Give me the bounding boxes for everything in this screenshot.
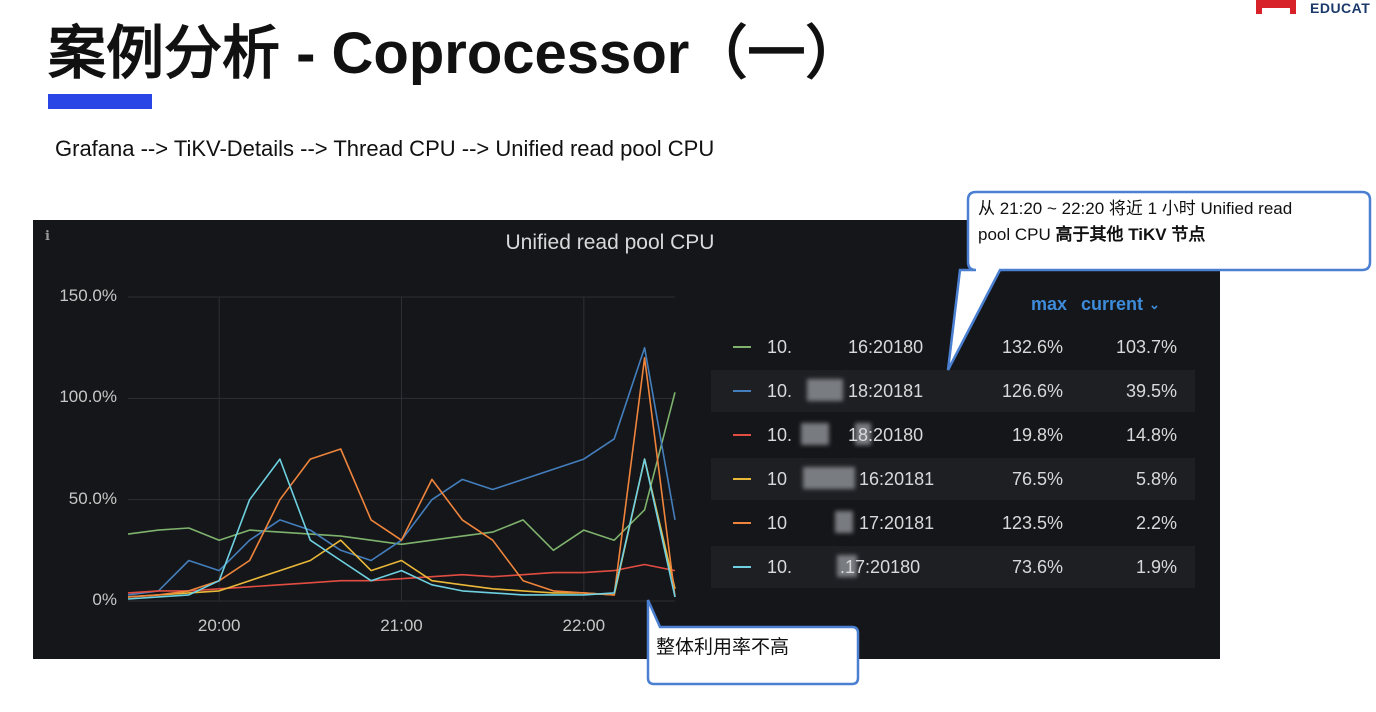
legend-max: 132.6% xyxy=(1001,337,1063,357)
legend-series-name: 10. 16:20180 xyxy=(767,337,924,357)
legend-row[interactable]: 10 17:20181 123.5% 2.2% xyxy=(711,502,1195,544)
y-tick-label: 100.0% xyxy=(59,387,117,407)
legend-series-name: 10. 18:20180 xyxy=(767,425,924,445)
legend-row[interactable]: 10. 16:20180 132.6% 103.7% xyxy=(711,326,1195,368)
legend-swatch xyxy=(733,478,751,480)
legend-series-name: 10 16:20181 xyxy=(767,469,935,489)
legend-max: 19.8% xyxy=(1011,425,1063,445)
legend-row[interactable]: 10. 18:20181 126.6% 39.5% xyxy=(711,370,1195,412)
callout-top-line-1: 从 21:20 ~ 22:20 将近 1 小时 Unified read xyxy=(978,199,1293,218)
legend-swatch xyxy=(733,522,751,524)
legend-header-max[interactable]: max xyxy=(1023,294,1067,320)
legend-row[interactable]: 10. 18:20180 19.8% 14.8% xyxy=(711,414,1195,456)
x-tick-label: 21:00 xyxy=(380,616,423,635)
legend-current: 2.2% xyxy=(1135,513,1177,533)
legend-current: 103.7% xyxy=(1115,337,1177,357)
x-tick-label: 22:00 xyxy=(562,616,606,635)
grafana-panel: i Unified read pool CPU 150.0% 100.0% 50.0… xyxy=(33,220,1220,659)
legend-row[interactable]: 10 16:20181 76.5% 5.8% xyxy=(711,458,1195,500)
legend-max: 73.6% xyxy=(1011,557,1063,577)
callout-bottom-text: 整体利用率不高 xyxy=(656,637,790,658)
legend-header-current-label: current xyxy=(1081,294,1144,314)
x-tick-label: 20:00 xyxy=(197,616,241,635)
legend-swatch xyxy=(733,566,751,568)
chevron-down-icon: ⌄ xyxy=(1149,297,1160,313)
y-tick-label: 150.0% xyxy=(59,286,117,305)
callout-top-text: 从 21:20 ~ 22:20 将近 1 小时 Unified read poo… xyxy=(978,196,1348,248)
legend-max: 76.5% xyxy=(1011,469,1063,489)
brand-text: EDUCAT xyxy=(1310,0,1371,16)
y-tick-label: 0% xyxy=(92,590,117,609)
line-chart: 150.0% 100.0% 50.0% 0% 20:00 21:00 22:00 xyxy=(33,220,693,659)
title-underline xyxy=(48,94,152,109)
brand-logo: EDUCAT xyxy=(1256,0,1376,18)
y-tick-label: 50.0% xyxy=(68,488,117,508)
legend-header-current[interactable]: current ⌄ xyxy=(1081,294,1173,320)
callout-top-line-2: pool CPU 高于其他 TiKV 节点 xyxy=(978,225,1206,244)
legend-current: 1.9% xyxy=(1135,557,1177,577)
legend-current: 14.8% xyxy=(1125,425,1177,445)
legend-swatch xyxy=(733,346,751,348)
brand-mark xyxy=(1256,0,1296,14)
legend-max: 123.5% xyxy=(1001,513,1063,533)
legend-series-name: 10. .17:20180 xyxy=(767,557,921,577)
chart-svg xyxy=(127,296,676,602)
slide-title: 案例分析 - Coprocessor（一） xyxy=(48,21,864,86)
legend-max: 126.6% xyxy=(1001,381,1063,401)
breadcrumb: Grafana --> TiKV-Details --> Thread CPU … xyxy=(55,136,715,161)
legend-swatch xyxy=(733,390,751,392)
legend-series-name: 10. 18:20181 xyxy=(767,381,924,401)
legend-row[interactable]: 10. .17:20180 73.6% 1.9% xyxy=(711,546,1195,588)
legend-swatch xyxy=(733,434,751,436)
legend-current: 39.5% xyxy=(1125,381,1177,401)
legend-current: 5.8% xyxy=(1135,469,1177,489)
legend-series-name: 10 17:20181 xyxy=(767,513,935,533)
